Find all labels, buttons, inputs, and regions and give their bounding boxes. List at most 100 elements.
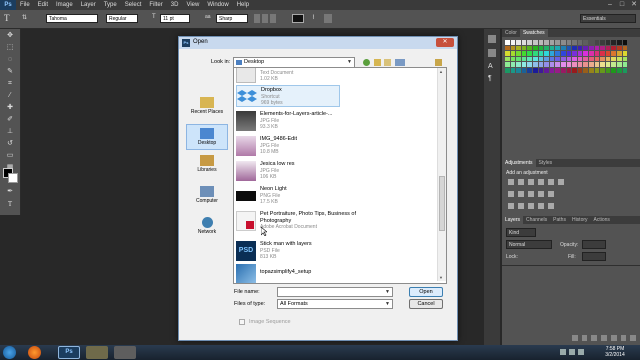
color-swatch[interactable] xyxy=(572,51,577,56)
view-menu-icon[interactable] xyxy=(395,59,405,66)
color-swatch[interactable] xyxy=(544,51,549,56)
color-swatch[interactable] xyxy=(527,51,532,56)
color-swatch[interactable] xyxy=(566,51,572,56)
color-swatch[interactable] xyxy=(611,40,616,45)
color-swatch[interactable] xyxy=(527,56,532,62)
color-swatch[interactable] xyxy=(589,45,594,51)
color-swatch[interactable] xyxy=(617,56,622,62)
color-swatch[interactable] xyxy=(533,45,538,51)
files-of-type-select[interactable]: All Formats ▼ xyxy=(277,299,393,309)
cancel-button[interactable]: Cancel xyxy=(409,299,443,309)
new-adjustment-icon[interactable] xyxy=(601,335,607,341)
dialog-title-bar[interactable]: Ps Open ✕ xyxy=(179,37,457,49)
color-swatch[interactable] xyxy=(561,68,566,73)
new-group-icon[interactable] xyxy=(610,335,617,341)
color-swatch[interactable] xyxy=(605,56,611,62)
color-swatch[interactable] xyxy=(544,68,549,73)
color-swatch[interactable] xyxy=(521,51,527,56)
color-swatch[interactable] xyxy=(555,45,560,51)
start-button-icon[interactable] xyxy=(3,346,16,359)
color-balance-icon[interactable] xyxy=(508,191,514,197)
color-swatch[interactable] xyxy=(622,45,628,51)
tab-layers[interactable]: Layers xyxy=(502,216,524,224)
color-swatch[interactable] xyxy=(521,62,527,67)
color-swatch[interactable] xyxy=(561,51,566,56)
color-swatch[interactable] xyxy=(527,68,532,73)
color-swatch[interactable] xyxy=(589,56,594,62)
color-swatch[interactable] xyxy=(577,68,583,73)
list-item[interactable]: Text Document 1.02 KB xyxy=(236,68,432,84)
color-swatch[interactable] xyxy=(605,40,611,45)
healing-brush-tool-icon[interactable]: ✚ xyxy=(2,103,18,113)
list-item[interactable]: Neon Light PNG File 17.5 KB xyxy=(236,185,432,207)
color-swatch[interactable] xyxy=(572,62,577,67)
tray-icon[interactable] xyxy=(560,349,566,355)
color-swatch[interactable] xyxy=(549,45,555,51)
color-swatch[interactable] xyxy=(510,68,516,73)
color-swatch[interactable] xyxy=(549,56,555,62)
menu-type[interactable]: Type xyxy=(100,2,121,8)
photo-filter-icon[interactable] xyxy=(528,191,534,197)
color-swatch[interactable] xyxy=(561,62,566,67)
color-swatch[interactable] xyxy=(510,40,516,45)
menu-3d[interactable]: 3D xyxy=(167,2,183,8)
text-orientation-icon[interactable]: ⇅ xyxy=(22,14,30,23)
menu-edit[interactable]: Edit xyxy=(34,2,52,8)
color-swatch[interactable] xyxy=(544,45,549,51)
color-swatch[interactable] xyxy=(589,51,594,56)
workspace-select[interactable]: Essentials xyxy=(580,14,636,23)
color-swatch[interactable] xyxy=(622,62,628,67)
color-swatch[interactable] xyxy=(505,68,510,73)
color-swatch[interactable] xyxy=(510,51,516,56)
add-mask-icon[interactable] xyxy=(591,335,598,341)
blend-mode-select[interactable]: Normal xyxy=(506,240,552,249)
color-swatch[interactable] xyxy=(555,40,560,45)
color-swatch[interactable] xyxy=(617,40,622,45)
list-item[interactable]: Elements-for-Layers-article-... JPG File… xyxy=(236,110,432,132)
menu-image[interactable]: Image xyxy=(52,2,77,8)
color-swatch[interactable] xyxy=(505,45,510,51)
character-panel-icon[interactable] xyxy=(324,14,332,23)
color-swatch[interactable] xyxy=(589,62,594,67)
color-swatch[interactable] xyxy=(549,40,555,45)
color-swatch[interactable] xyxy=(611,56,616,62)
close-window-button[interactable]: ✕ xyxy=(628,0,640,10)
color-swatch[interactable] xyxy=(555,68,560,73)
color-swatch[interactable] xyxy=(594,40,600,45)
color-swatch[interactable] xyxy=(521,68,527,73)
brush-tool-icon[interactable]: ✐ xyxy=(2,115,18,125)
color-swatch[interactable] xyxy=(622,40,628,45)
color-swatch[interactable] xyxy=(510,45,516,51)
color-swatch[interactable] xyxy=(533,68,538,73)
app-taskbar-icon[interactable] xyxy=(114,346,136,359)
font-style-select[interactable]: Regular xyxy=(106,14,138,23)
color-swatch[interactable] xyxy=(577,51,583,56)
text-color-swatch[interactable] xyxy=(292,14,304,23)
color-swatch[interactable] xyxy=(600,51,605,56)
menu-window[interactable]: Window xyxy=(203,2,232,8)
dialog-close-button[interactable]: ✕ xyxy=(436,38,454,47)
image-sequence-checkbox[interactable] xyxy=(239,319,245,325)
color-swatch[interactable] xyxy=(594,68,600,73)
color-swatch[interactable] xyxy=(600,40,605,45)
color-swatch[interactable] xyxy=(572,40,577,45)
color-swatch[interactable] xyxy=(605,45,611,51)
file-name-input[interactable]: ▼ xyxy=(277,287,393,297)
pen-tool-icon[interactable]: ✒ xyxy=(2,187,18,197)
character-panel-icon[interactable]: A xyxy=(488,63,496,71)
clock[interactable]: 7:58 PM 3/2/2014 xyxy=(600,346,630,358)
hue-saturation-icon[interactable] xyxy=(558,179,564,185)
color-swatch[interactable] xyxy=(538,51,544,56)
color-swatch[interactable] xyxy=(566,45,572,51)
color-swatch[interactable] xyxy=(594,56,600,62)
clone-stamp-tool-icon[interactable]: ⊥ xyxy=(2,127,18,137)
black-white-icon[interactable] xyxy=(518,191,524,197)
eraser-tool-icon[interactable]: ▭ xyxy=(2,151,18,161)
color-swatch[interactable] xyxy=(516,68,521,73)
color-swatch[interactable] xyxy=(538,45,544,51)
place-desktop[interactable]: Desktop xyxy=(186,124,228,150)
color-swatch[interactable] xyxy=(538,40,544,45)
color-swatch[interactable] xyxy=(538,56,544,62)
opacity-field[interactable] xyxy=(582,240,606,249)
list-item[interactable]: IMG_9486-Edit JPG File 10.8 MB xyxy=(236,135,432,157)
